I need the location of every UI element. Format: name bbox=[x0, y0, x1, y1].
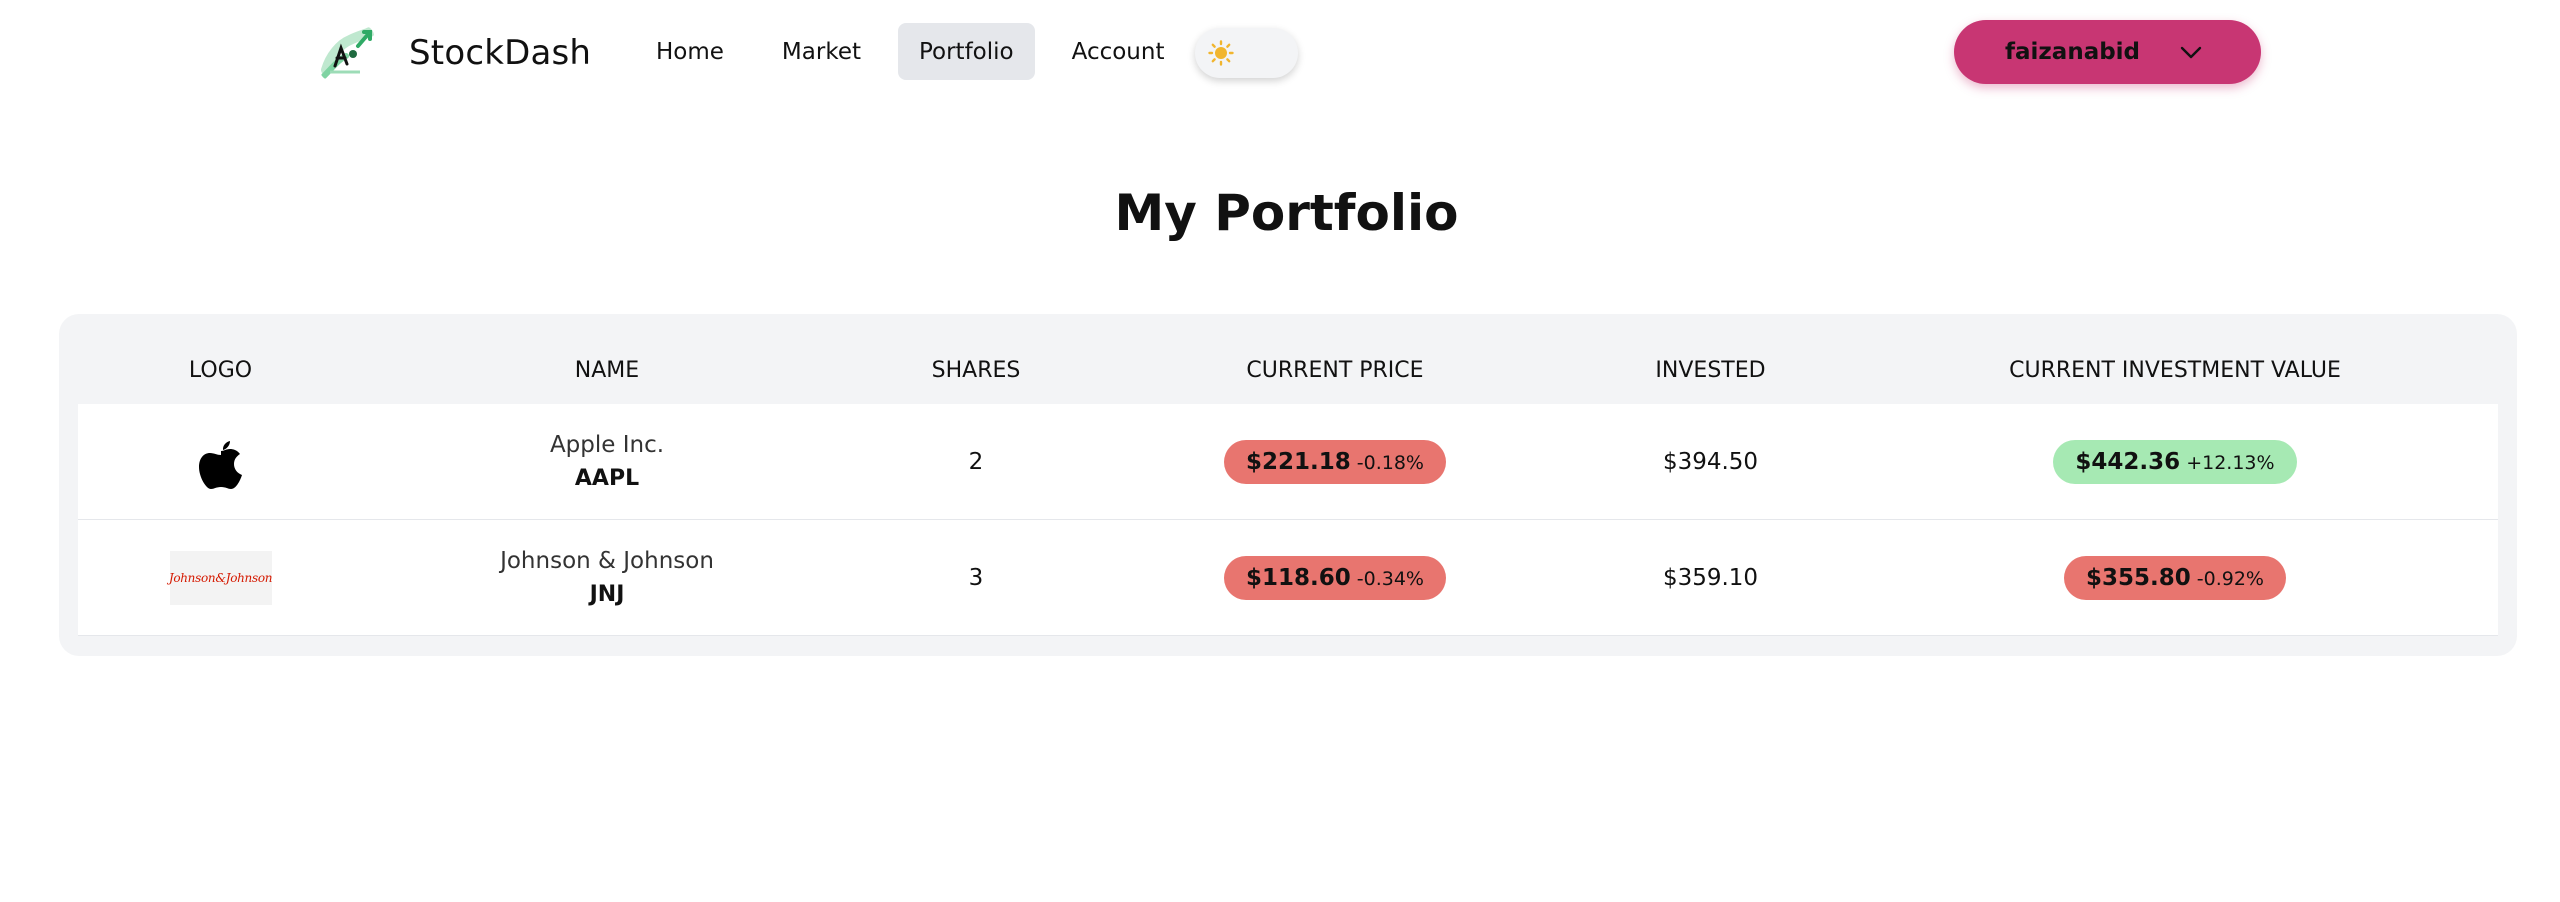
apple-logo-icon bbox=[198, 441, 242, 489]
user-name: faizanabid bbox=[2005, 39, 2141, 65]
logo-cell: Johnson&Johnson bbox=[78, 520, 363, 636]
johnson-and-johnson-logo-icon: Johnson&Johnson bbox=[168, 551, 273, 605]
column-header-shares: SHARES bbox=[931, 358, 1021, 383]
invested-cell: $394.50 bbox=[1662, 449, 1759, 475]
current-value: $355.80 bbox=[2086, 565, 2191, 591]
value-badge: $355.80 -0.92% bbox=[2064, 556, 2286, 600]
column-header-current-price: CURRENT PRICE bbox=[1246, 358, 1424, 383]
theme-toggle[interactable] bbox=[1195, 28, 1298, 78]
jnj-logo-text: Johnson&Johnson bbox=[168, 571, 273, 585]
table-header: LOGO NAME SHARES CURRENT PRICE INVESTED … bbox=[78, 344, 2498, 398]
user-menu-button[interactable]: faizanabid bbox=[1954, 20, 2261, 84]
main-nav: Home Market Portfolio Account bbox=[635, 23, 1201, 80]
shares-cell: 2 bbox=[968, 449, 984, 475]
column-header-name: NAME bbox=[574, 358, 640, 383]
nav-item-portfolio[interactable]: Portfolio bbox=[897, 23, 1035, 80]
logo-cell bbox=[78, 404, 363, 520]
value-change: +12.13% bbox=[2186, 452, 2275, 474]
price-change: -0.18% bbox=[1356, 452, 1424, 474]
name-cell: Apple Inc. AAPL bbox=[363, 404, 851, 520]
portfolio-table: LOGO NAME SHARES CURRENT PRICE INVESTED … bbox=[59, 314, 2517, 656]
price-cell: $118.60 -0.34% bbox=[1101, 520, 1569, 636]
chevron-down-icon bbox=[2180, 46, 2202, 59]
company-name: Johnson & Johnson bbox=[500, 548, 714, 574]
current-price: $118.60 bbox=[1246, 565, 1351, 591]
value-change: -0.92% bbox=[2196, 568, 2264, 590]
nav-item-home[interactable]: Home bbox=[635, 23, 745, 80]
column-header-invested: INVESTED bbox=[1655, 358, 1766, 383]
value-badge: $442.36 +12.13% bbox=[2053, 440, 2297, 484]
value-cell: $442.36 +12.13% bbox=[1852, 404, 2498, 520]
price-badge: $118.60 -0.34% bbox=[1224, 556, 1446, 600]
brand[interactable]: StockDash bbox=[320, 26, 591, 80]
table-body: Apple Inc. AAPL 2 $221.18 -0.18% $394.50… bbox=[78, 404, 2498, 636]
current-value: $442.36 bbox=[2075, 449, 2181, 475]
table-row[interactable]: Johnson&Johnson Johnson & Johnson JNJ 3 … bbox=[78, 520, 2498, 636]
company-name: Apple Inc. bbox=[549, 432, 665, 458]
invested-cell: $359.10 bbox=[1662, 565, 1759, 591]
name-cell: Johnson & Johnson JNJ bbox=[363, 520, 851, 636]
ticker-symbol: AAPL bbox=[574, 466, 640, 491]
price-cell: $221.18 -0.18% bbox=[1101, 404, 1569, 520]
app-name: StockDash bbox=[409, 33, 592, 73]
stockdash-logo-icon bbox=[320, 26, 374, 80]
price-change: -0.34% bbox=[1356, 568, 1424, 590]
table-row[interactable]: Apple Inc. AAPL 2 $221.18 -0.18% $394.50… bbox=[78, 404, 2498, 520]
nav-item-account[interactable]: Account bbox=[1051, 23, 1186, 80]
sun-icon bbox=[1208, 40, 1234, 66]
shares-cell: 3 bbox=[968, 565, 984, 591]
navbar: StockDash Home Market Portfolio Account … bbox=[0, 0, 2560, 104]
current-price: $221.18 bbox=[1246, 449, 1351, 475]
ticker-symbol: JNJ bbox=[589, 582, 625, 607]
page-title: My Portfolio bbox=[1114, 184, 1459, 242]
column-header-current-investment-value: CURRENT INVESTMENT VALUE bbox=[2009, 358, 2341, 383]
column-header-logo: LOGO bbox=[188, 358, 253, 383]
price-badge: $221.18 -0.18% bbox=[1224, 440, 1446, 484]
value-cell: $355.80 -0.92% bbox=[1852, 520, 2498, 636]
nav-item-market[interactable]: Market bbox=[761, 23, 882, 80]
